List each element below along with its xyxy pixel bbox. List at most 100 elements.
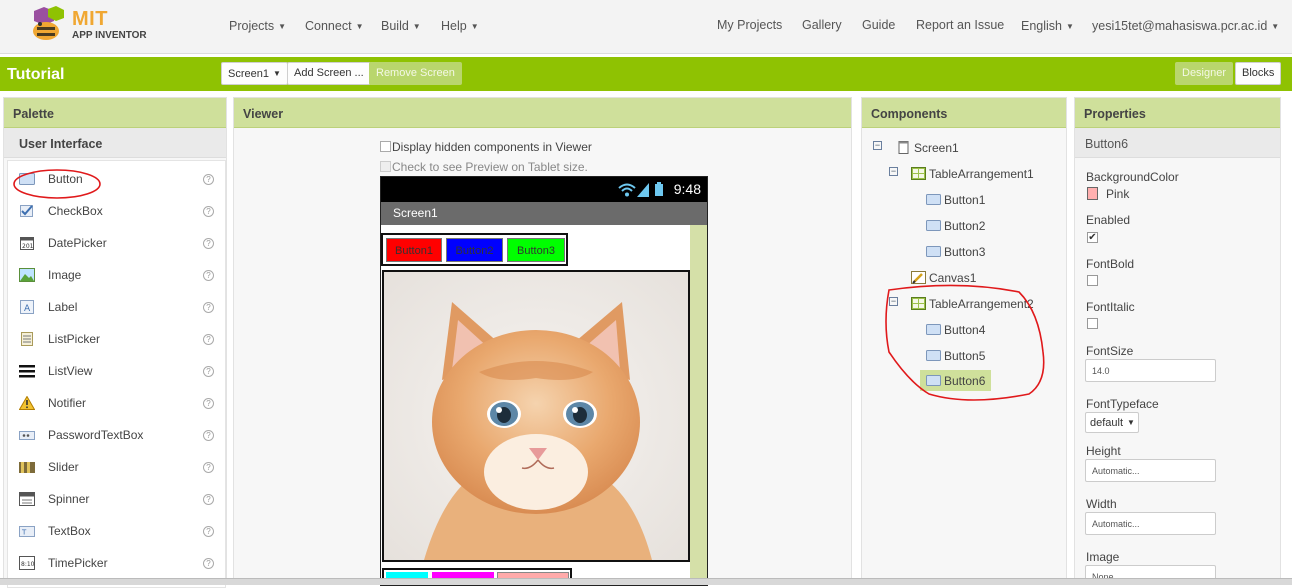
add-screen-button[interactable]: Add Screen ... [287,62,371,85]
height-input[interactable]: Automatic... [1085,459,1216,482]
prop-fontbold-label: FontBold [1086,257,1135,271]
fontitalic-checkbox[interactable] [1087,318,1098,329]
canvas-kitten-image[interactable] [382,270,690,562]
annotation-circle-tablearrangement2 [885,284,1045,401]
tree-item-screen1[interactable]: Screen1 [896,141,959,155]
table-arrangement-1[interactable]: Button1 Button2 Button3 [381,233,568,266]
help-icon[interactable]: ? [203,366,214,377]
nav-my-projects[interactable]: My Projects [717,18,782,32]
nav-projects[interactable]: Projects ▼ [229,19,286,33]
components-title: Components [862,98,1066,128]
help-icon[interactable]: ? [203,558,214,569]
nav-help[interactable]: Help ▼ [441,19,479,33]
phone-button-3[interactable]: Button3 [507,238,565,262]
tree-item-button1[interactable]: Button1 [926,193,985,207]
enabled-checkbox[interactable]: ✔ [1087,232,1098,243]
tablet-preview-toggle[interactable]: Check to see Preview on Tablet size. [380,160,588,174]
project-toolbar: Tutorial [0,57,1292,91]
palette-item-image[interactable]: Image ? [8,260,227,291]
palette-item-timepicker[interactable]: 8:10 TimePicker ? [8,548,227,579]
phone-clock: 9:48 [673,181,701,197]
palette-item-listview[interactable]: ListView ? [8,356,227,387]
prop-backgroundcolor-value[interactable]: Pink [1106,187,1129,201]
nav-build[interactable]: Build ▼ [381,19,421,33]
help-icon[interactable]: ? [203,238,214,249]
warning-icon [19,396,35,410]
caret-down-icon: ▼ [470,22,479,31]
palette-item-passwordtextbox[interactable]: PasswordTextBox ? [8,420,227,451]
prop-enabled-label: Enabled [1086,213,1131,227]
nav-language[interactable]: English ▼ [1021,19,1074,33]
collapse-icon[interactable]: − [873,141,882,150]
help-icon[interactable]: ? [203,494,214,505]
tablet-preview-checkbox[interactable] [380,161,391,172]
nav-connect-label: Connect [305,19,352,33]
caret-down-icon: ▼ [1127,418,1135,427]
palette-item-label: Slider [48,460,79,474]
nav-gallery[interactable]: Gallery [802,18,842,32]
help-icon[interactable]: ? [203,462,214,473]
palette-item-label: Spinner [48,492,90,506]
properties-panel: Properties Button6 BackgroundColor Pink … [1074,97,1281,585]
password-icon [19,431,35,440]
help-icon[interactable]: ? [203,526,214,537]
prop-fontsize-label: FontSize [1086,344,1134,358]
nav-connect[interactable]: Connect ▼ [305,19,363,33]
palette-item-listpicker[interactable]: ListPicker ? [8,324,227,355]
signal-icon [637,183,649,197]
nav-user-account[interactable]: yesi15tet@mahasiswa.pcr.ac.id ▼ [1092,19,1279,33]
palette-item-notifier[interactable]: Notifier ? [8,388,227,419]
button-icon [926,194,941,205]
color-swatch[interactable] [1087,187,1098,200]
clock-icon: 8:10 [19,556,35,570]
palette-category-user-interface[interactable]: User Interface [4,128,226,158]
nav-projects-label: Projects [229,19,275,33]
collapse-icon[interactable]: − [889,167,898,176]
help-icon[interactable]: ? [203,398,214,409]
phone-mockup: 9:48 Screen1 Button1 Button2 Button3 [380,176,708,586]
help-icon[interactable]: ? [203,270,214,281]
help-icon[interactable]: ? [203,302,214,313]
help-icon[interactable]: ? [203,206,214,217]
help-icon[interactable]: ? [203,334,214,345]
svg-text:T: T [21,529,27,537]
app-inventor-logo[interactable]: MIT APP INVENTOR [26,5,166,45]
remove-screen-button[interactable]: Remove Screen [369,62,462,85]
width-input[interactable]: Automatic... [1085,512,1216,535]
caret-down-icon: ▼ [1271,22,1280,31]
fonttypeface-dropdown[interactable]: default ▼ [1085,412,1139,433]
palette-item-datepicker[interactable]: 201 DatePicker ? [8,228,227,259]
nav-report-issue[interactable]: Report an Issue [916,18,1004,32]
tree-item-label: Button2 [944,219,986,233]
phone-button-1[interactable]: Button1 [386,238,442,262]
calendar-icon: 201 [20,237,34,250]
tree-item-button2[interactable]: Button2 [926,219,985,233]
phone-button-2[interactable]: Button2 [446,238,503,262]
palette-item-label: PasswordTextBox [48,428,144,442]
horizontal-scrollbar[interactable] [0,578,1292,585]
palette-item-label[interactable]: A Label ? [8,292,227,323]
screen-select-dropdown[interactable]: Screen1 ▼ [221,62,288,85]
checkbox-icon [20,205,33,217]
palette-item-spinner[interactable]: Spinner ? [8,484,227,515]
help-icon[interactable]: ? [203,174,214,185]
hidden-components-toggle[interactable]: Display hidden components in Viewer [380,140,592,154]
prop-fonttypeface-label: FontTypeface [1086,397,1159,411]
palette-item-label: Notifier [48,396,87,410]
palette-item-slider[interactable]: Slider ? [8,452,227,483]
hidden-components-checkbox[interactable] [380,141,391,152]
blocks-button[interactable]: Blocks [1235,62,1282,85]
button-icon [926,246,941,257]
tree-item-tablearrangement1[interactable]: TableArrangement1 [911,167,1034,181]
tree-item-button3[interactable]: Button3 [926,245,985,259]
components-panel: Components − Screen1 − TableArrangement1… [861,97,1067,585]
help-icon[interactable]: ? [203,430,214,441]
fontsize-input[interactable]: 14.0 [1085,359,1216,382]
palette-item-textbox[interactable]: T TextBox ? [8,516,227,547]
phone-scrollbar[interactable] [690,225,707,585]
fontbold-checkbox[interactable] [1087,275,1098,286]
designer-button[interactable]: Designer [1175,62,1234,85]
table-arrangement-icon [911,167,926,180]
palette-list: Button ? CheckBox ? 201 DatePicker ? Ima… [7,160,226,588]
nav-guide[interactable]: Guide [862,18,895,32]
